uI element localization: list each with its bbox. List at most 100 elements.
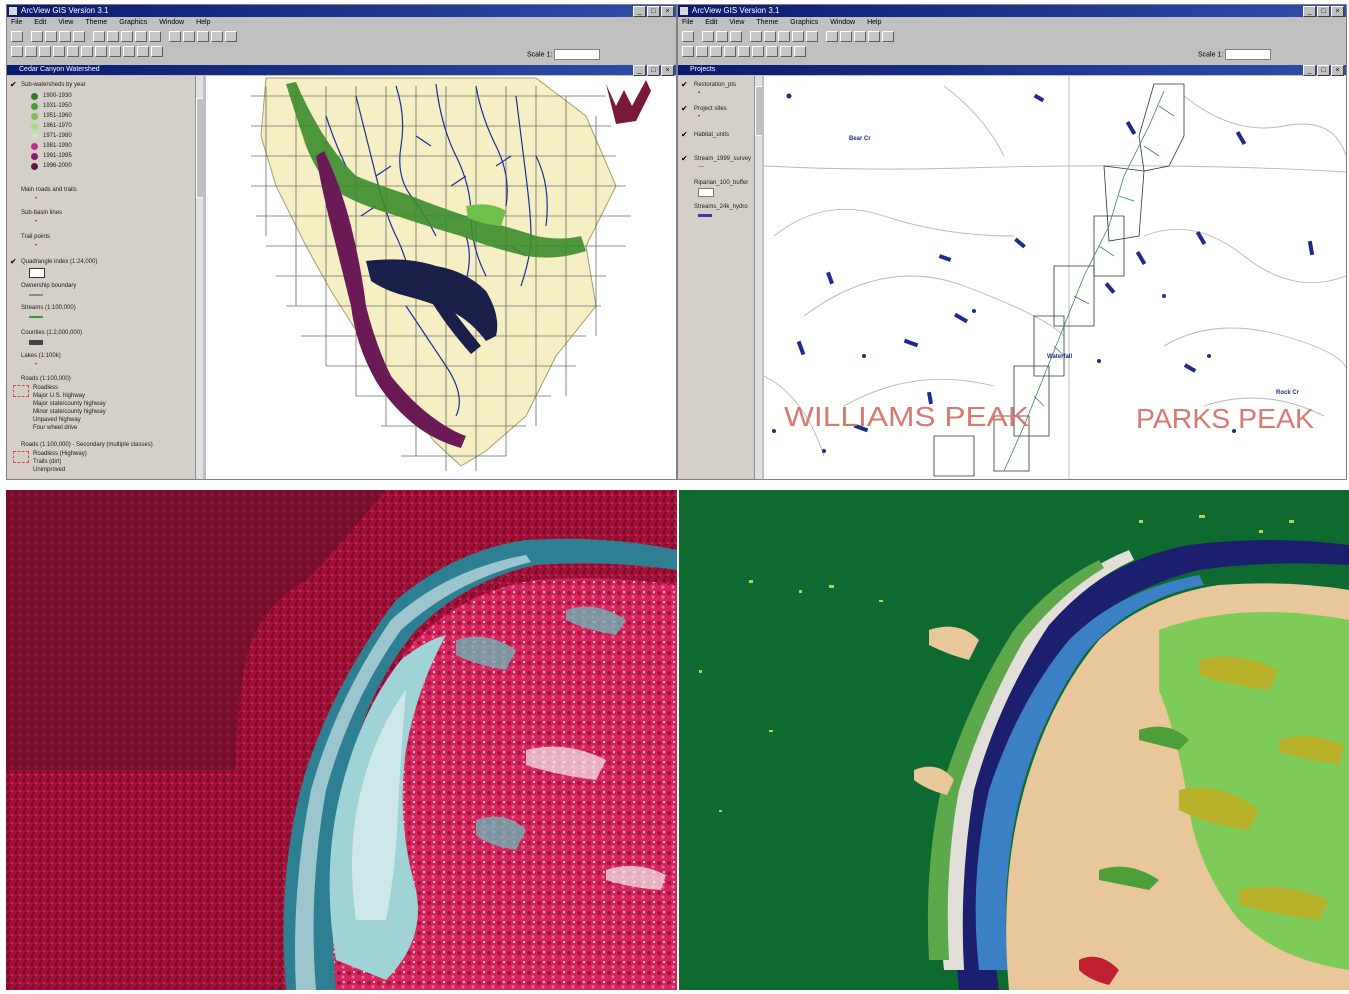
menu-edit[interactable]: Edit xyxy=(705,18,717,28)
select-feature-tool[interactable] xyxy=(39,45,51,57)
left-view-title-bar[interactable]: Cedar Canyon Watershed _ □ × xyxy=(7,65,676,76)
close-icon[interactable]: × xyxy=(1331,65,1344,76)
toc-theme[interactable]: Riparian_100_buffer xyxy=(694,180,748,186)
select-none-button[interactable] xyxy=(211,30,223,42)
checkbox-icon[interactable]: ✔ xyxy=(681,104,688,113)
zoom-selected-button[interactable] xyxy=(806,30,818,42)
zoom-out-button[interactable] xyxy=(183,30,195,42)
toc-scrollbar[interactable] xyxy=(195,76,203,479)
text-tool[interactable] xyxy=(794,45,806,57)
pointer-tool[interactable] xyxy=(11,45,23,57)
label-tool[interactable] xyxy=(123,45,135,57)
find-button[interactable] xyxy=(750,30,762,42)
menu-help[interactable]: Help xyxy=(196,18,210,28)
measure-tool[interactable] xyxy=(95,45,107,57)
toc-theme[interactable]: Sub-basin lines xyxy=(21,210,62,216)
checkbox-icon[interactable]: ✔ xyxy=(10,257,17,266)
checkbox-icon[interactable]: ✔ xyxy=(681,154,688,163)
pan-tool[interactable] xyxy=(81,45,93,57)
toc-theme[interactable]: Streams_24k_hydro xyxy=(694,204,748,210)
toc-scrollbar[interactable] xyxy=(754,76,762,479)
left-title-bar[interactable]: ArcView GIS Version 3.1 _ □ × xyxy=(7,5,676,17)
query-button[interactable] xyxy=(107,30,119,42)
pan-tool[interactable] xyxy=(752,45,764,57)
minimize-icon[interactable]: _ xyxy=(1303,65,1316,76)
text-tool[interactable] xyxy=(137,45,149,57)
right-view-title-bar[interactable]: Projects _ □ × xyxy=(678,65,1346,76)
menu-help[interactable]: Help xyxy=(867,18,881,28)
zoom-active-button[interactable] xyxy=(792,30,804,42)
toc-theme[interactable]: Project sites xyxy=(694,106,727,112)
draw-tool[interactable] xyxy=(151,45,163,57)
menu-graphics[interactable]: Graphics xyxy=(790,18,818,28)
scale-input[interactable] xyxy=(1225,49,1272,60)
menu-view[interactable]: View xyxy=(729,18,744,28)
select-feature-tool[interactable] xyxy=(710,45,722,57)
close-icon[interactable]: × xyxy=(661,6,674,17)
toc-theme[interactable]: Roads (1:100,000) xyxy=(21,376,71,382)
zoom-out-tool[interactable] xyxy=(738,45,750,57)
theme-properties-button[interactable] xyxy=(45,30,57,42)
help-button[interactable] xyxy=(225,30,237,42)
toc-theme[interactable]: Main roads and trails xyxy=(21,187,77,193)
menu-file[interactable]: File xyxy=(682,18,693,28)
checkbox-icon[interactable]: ✔ xyxy=(681,80,688,89)
zoom-active-button[interactable] xyxy=(135,30,147,42)
toc-theme[interactable]: Ownership boundary xyxy=(21,283,76,289)
toc-theme[interactable]: Stream_1999_survey xyxy=(694,156,751,162)
toc-theme[interactable]: Counties (1:2,000,000) xyxy=(21,330,82,336)
menu-theme[interactable]: Theme xyxy=(85,18,107,28)
label-tool[interactable] xyxy=(780,45,792,57)
menu-theme[interactable]: Theme xyxy=(756,18,778,28)
toc-theme[interactable]: Sub-watersheds by year xyxy=(21,82,86,88)
toc-theme[interactable]: Quadrangle index (1:24,000) xyxy=(21,259,97,265)
zoom-out-button[interactable] xyxy=(840,30,852,42)
zoom-in-button[interactable] xyxy=(826,30,838,42)
right-title-bar[interactable]: ArcView GIS Version 3.1 _ □ × xyxy=(678,5,1346,17)
zoom-selected-button[interactable] xyxy=(149,30,161,42)
table-button[interactable] xyxy=(73,30,85,42)
right-map-canvas[interactable]: WILLIAMS PEAK PARKS PEAK Waterfall Bear … xyxy=(764,76,1346,479)
menu-file[interactable]: File xyxy=(11,18,22,28)
theme-properties-button[interactable] xyxy=(716,30,728,42)
toc-theme[interactable]: Lakes (1:100k) xyxy=(21,353,61,359)
find-button[interactable] xyxy=(93,30,105,42)
help-button[interactable] xyxy=(882,30,894,42)
zoom-extent-button[interactable] xyxy=(778,30,790,42)
zoom-in-button[interactable] xyxy=(169,30,181,42)
minimize-icon[interactable]: _ xyxy=(633,6,646,17)
minimize-icon[interactable]: _ xyxy=(633,65,646,76)
zoom-in-tool[interactable] xyxy=(724,45,736,57)
legend-editor-button[interactable] xyxy=(59,30,71,42)
menu-view[interactable]: View xyxy=(58,18,73,28)
toc-theme[interactable]: Trail points xyxy=(21,234,50,240)
menu-edit[interactable]: Edit xyxy=(34,18,46,28)
zoom-out-tool[interactable] xyxy=(67,45,79,57)
zoom-in-tool[interactable] xyxy=(53,45,65,57)
add-theme-button[interactable] xyxy=(702,30,714,42)
identify-tool[interactable] xyxy=(696,45,708,57)
checkbox-icon[interactable]: ✔ xyxy=(681,130,688,139)
add-theme-button[interactable] xyxy=(31,30,43,42)
maximize-icon[interactable]: □ xyxy=(647,6,660,17)
pointer-tool[interactable] xyxy=(682,45,694,57)
toc-theme[interactable]: Restoration_pts xyxy=(694,82,736,88)
scrollbar-thumb[interactable] xyxy=(196,98,203,198)
maximize-icon[interactable]: □ xyxy=(1317,65,1330,76)
scrollbar-thumb[interactable] xyxy=(755,86,762,136)
hotlink-tool[interactable] xyxy=(109,45,121,57)
select-none-button[interactable] xyxy=(868,30,880,42)
identify-tool[interactable] xyxy=(25,45,37,57)
menu-window[interactable]: Window xyxy=(830,18,855,28)
save-button[interactable] xyxy=(11,30,23,42)
toc-theme[interactable]: Habitat_units xyxy=(694,132,729,138)
legend-editor-button[interactable] xyxy=(730,30,742,42)
maximize-icon[interactable]: □ xyxy=(1317,6,1330,17)
toc-theme[interactable]: Roads (1:100,000) - Secondary (multiple … xyxy=(21,442,153,448)
maximize-icon[interactable]: □ xyxy=(647,65,660,76)
left-map-canvas[interactable] xyxy=(206,76,676,479)
close-icon[interactable]: × xyxy=(1331,6,1344,17)
zoom-extent-button[interactable] xyxy=(121,30,133,42)
menu-graphics[interactable]: Graphics xyxy=(119,18,147,28)
measure-tool[interactable] xyxy=(766,45,778,57)
